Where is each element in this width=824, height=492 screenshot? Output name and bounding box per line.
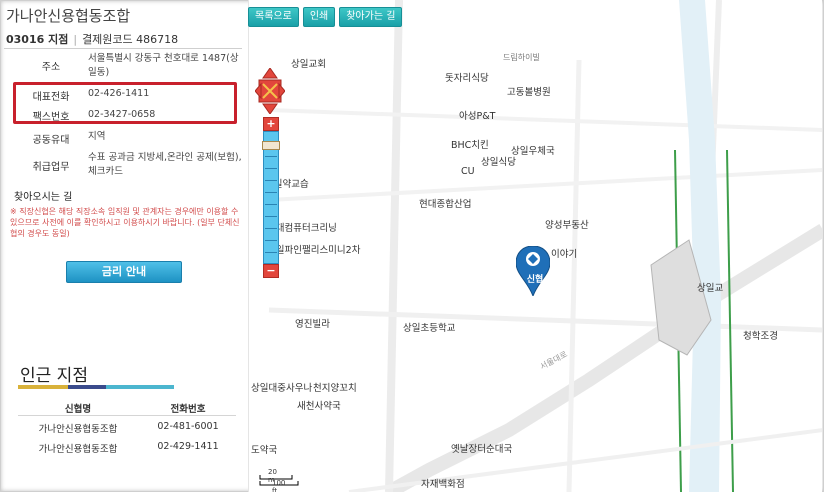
map-label: 드림하이빌 xyxy=(503,53,540,62)
underline-segment xyxy=(18,385,68,389)
divider xyxy=(4,48,242,49)
zoom-slider-handle[interactable] xyxy=(262,141,280,150)
rate-info-button[interactable]: 금리 안내 xyxy=(66,261,182,283)
row-name: 가나안신용협동조합 xyxy=(38,424,118,435)
map-label: 양성부동산 xyxy=(545,220,589,231)
map-label: 천지양꼬치 xyxy=(313,383,357,394)
map-label: 자재백화점 xyxy=(421,479,465,490)
pin-label: 신협 xyxy=(526,275,544,285)
map-label: 상일파인팰리스미니2차 xyxy=(267,245,361,256)
branch-title: 가나안신용협동조합 xyxy=(6,7,131,25)
header-name: 신협명 xyxy=(64,404,92,415)
underline-segment xyxy=(106,385,174,389)
branch-code-line: 03016 지점 | 결제원코드 486718 xyxy=(6,31,178,47)
services-label: 취급업무 xyxy=(32,162,70,173)
directions-label: 찾아오시는 길 xyxy=(14,192,73,203)
zoom-slider-track[interactable] xyxy=(263,131,279,264)
map-label: 새천사약국 xyxy=(297,401,341,412)
map-label: 고동볼병원 xyxy=(507,87,551,98)
row-phone: 02-481-6001 xyxy=(157,421,219,432)
map-toolbar: 목록으로 인쇄 찾아가는 길 xyxy=(248,7,403,27)
map-label: BHC치킨 xyxy=(451,140,489,151)
map-label: 청학조경 xyxy=(743,331,778,342)
map-label: 상일대중사우나 xyxy=(251,383,313,394)
directions-button[interactable]: 찾아가는 길 xyxy=(339,7,403,27)
map-label: 아성P&T xyxy=(459,111,496,122)
nearby-title-underline xyxy=(18,385,174,389)
map-label: 상일우체국 xyxy=(511,146,555,157)
address-value: 서울특별시 강동구 천호대로 1487(상일동) xyxy=(88,53,239,78)
map-label: 옛날장터순대국 xyxy=(451,444,513,455)
underline-segment xyxy=(68,385,106,389)
bond-value: 지역 xyxy=(88,131,106,142)
map-label: 상일식당 xyxy=(481,157,516,168)
address-label: 주소 xyxy=(41,62,61,73)
highlight-box xyxy=(13,82,237,124)
branch-info-panel: 가나안신용협동조합 03016 지점 | 결제원코드 486718 주소 서울특별시… xyxy=(0,0,248,492)
pan-control-icon[interactable] xyxy=(255,68,285,114)
map-label: CU xyxy=(461,166,475,177)
map-label: 상일교회 xyxy=(291,59,326,70)
scale-imperial: 100 ft xyxy=(272,479,286,492)
print-button[interactable]: 인쇄 xyxy=(302,7,336,27)
branch-location-pin-icon[interactable] xyxy=(516,246,550,296)
map-label: 영진빌라 xyxy=(295,319,330,330)
table-row[interactable]: 가나안신용협동조합 02-481-6001 xyxy=(18,416,236,436)
row-name: 가나안신용협동조합 xyxy=(38,444,118,455)
table-row[interactable]: 가나안신용협동조합 02-429-1411 xyxy=(18,436,236,456)
map-label: 이야기 xyxy=(551,249,578,260)
zoom-in-button[interactable]: + xyxy=(263,117,279,131)
row-phone: 02-429-1411 xyxy=(157,441,219,452)
notice-text: ※ 직장신협은 해당 직장소속 임직원 및 관계자는 경우에만 이용할 수 있으… xyxy=(10,207,240,238)
map-label: 현대종합산업 xyxy=(419,199,472,210)
nearby-branches-title: 인근 지점 xyxy=(20,366,88,386)
separator: | xyxy=(73,33,78,46)
bond-label: 공동유대 xyxy=(32,135,70,146)
nearby-branches-table: 신협명 전화번호 가나안신용협동조합 02-481-6001 가나안신용협동조합… xyxy=(18,398,236,456)
table-header-row: 신협명 전화번호 xyxy=(18,398,236,416)
zoom-out-button[interactable]: − xyxy=(263,264,279,278)
header-phone: 전화번호 xyxy=(170,404,206,415)
list-button[interactable]: 목록으로 xyxy=(248,7,299,27)
branch-code: 03016 지점 xyxy=(6,33,69,46)
map-label: 상일교 xyxy=(697,283,724,294)
settlement-code: 결제원코드 486718 xyxy=(82,33,179,46)
map-label: 도약국 xyxy=(251,445,278,456)
services-value: 수표 공과금 지방세,온라인 공제(보험),체크카드 xyxy=(88,152,242,177)
map-label: 돗자리식당 xyxy=(445,73,489,84)
map-label: 상일초등학교 xyxy=(403,323,456,334)
